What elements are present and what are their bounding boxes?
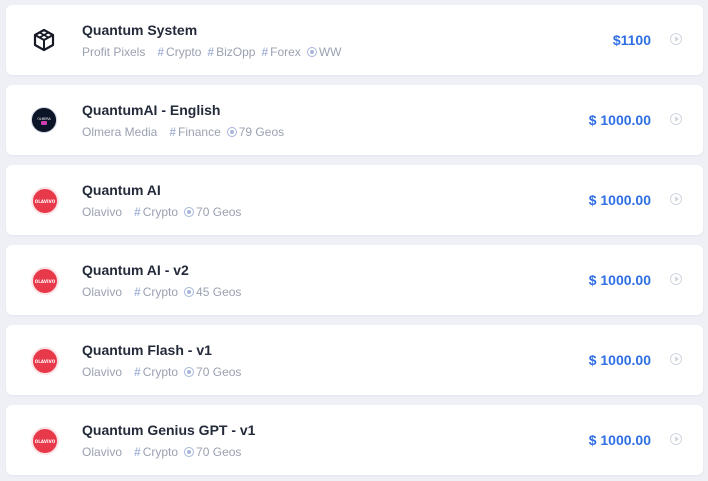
offer-tag: # Crypto [134,445,178,459]
play-circle-icon[interactable] [670,353,682,365]
offer-card[interactable]: OLMERA QuantumAI - English Olmera Media # Fi… [6,85,703,155]
play-circle-icon[interactable] [670,273,682,285]
olmera-logo: OLMERA [31,107,57,133]
offer-title[interactable]: Quantum System [82,22,197,38]
offer-tag: # Forex [261,45,300,59]
offer-company: Olavivo [82,285,123,299]
offer-geo: 70 Geos [184,365,241,379]
offer-meta: Profit Pixels # Crypto # BizOpp # Forex WW [82,45,341,59]
hash-icon: # [134,205,141,219]
offer-tag-label: Crypto [166,45,202,59]
offer-meta: Olmera Media # Finance 79 Geos [82,125,284,139]
hash-icon: # [207,45,215,59]
offer-list: Quantum System Profit Pixels # Crypto # BizOp… [0,0,708,481]
offer-meta: Olavivo # Crypto 70 Geos [82,445,241,459]
offer-geo: 45 Geos [184,285,241,299]
olavivo-logo: OLAVIVO [31,427,59,455]
logo-text: OLAVIVO [34,438,56,444]
offer-card[interactable]: OLAVIVO Quantum AI - v2 Olavivo # Crypto 45 G… [6,245,703,315]
olavivo-logo: OLAVIVO [31,187,59,215]
offer-geo-label: 70 Geos [196,205,242,219]
offer-card[interactable]: OLAVIVO Quantum AI Olavivo # Crypto 70 Geos $ … [6,165,703,235]
logo-text: OLMERA [37,117,51,121]
logo-text: OLAVIVO [34,198,56,204]
offer-tag-label: Crypto [142,445,179,459]
play-circle-icon[interactable] [670,193,682,205]
offer-payout: $1100 [612,32,651,48]
offer-geo: WW [306,45,342,59]
offer-tag: # Crypto [134,285,178,299]
offer-company: Olavivo [82,205,123,219]
offer-payout: $ 1000.00 [588,352,651,368]
offer-tag-label: Crypto [142,285,179,299]
offer-payout: $ 1000.00 [588,112,651,128]
offer-geo: 79 Geos [226,125,285,139]
olavivo-logo: OLAVIVO [31,267,59,295]
location-icon [184,207,195,217]
offer-tag: # Crypto [157,45,201,59]
offer-title[interactable]: Quantum Flash - v1 [82,342,212,358]
offer-tag-label: Crypto [142,205,179,219]
offer-geo: 70 Geos [184,445,241,459]
offer-meta: Olavivo # Crypto 45 Geos [82,285,241,299]
offer-company: Olavivo [82,365,123,379]
offer-geo-label: 79 Geos [238,125,285,139]
offer-title[interactable]: Quantum AI - v2 [82,262,189,278]
offer-geo-label: 70 Geos [196,365,242,379]
offer-title[interactable]: QuantumAI - English [82,102,220,118]
location-icon [184,447,195,457]
olavivo-logo: OLAVIVO [31,347,59,375]
hash-icon: # [157,45,165,59]
hash-icon: # [169,125,177,139]
hash-icon: # [134,445,141,459]
offer-card[interactable]: Quantum System Profit Pixels # Crypto # BizOp… [6,5,703,75]
offer-tag-label: Crypto [142,365,179,379]
offer-geo-label: WW [318,45,342,59]
offer-company: Olavivo [82,445,123,459]
offer-payout: $ 1000.00 [588,192,651,208]
offer-title[interactable]: Quantum Genius GPT - v1 [82,422,255,438]
play-circle-icon[interactable] [670,33,682,45]
hash-icon: # [134,365,141,379]
offer-tag-label: BizOpp [216,45,256,59]
location-icon [306,47,317,57]
offer-geo: 70 Geos [184,205,241,219]
offer-tag: # BizOpp [207,45,255,59]
offer-tag-label: Finance [178,125,221,139]
offer-card[interactable]: OLAVIVO Quantum Genius GPT - v1 Olavivo # Cr… [6,405,703,475]
location-icon [184,367,195,377]
hash-icon: # [261,45,269,59]
cube-logo [31,27,57,53]
offer-company: Olmera Media [82,125,158,139]
logo-text: OLAVIVO [34,358,56,364]
offer-title[interactable]: Quantum AI [82,182,161,198]
play-circle-icon[interactable] [670,433,682,445]
offer-tag-label: Forex [270,45,301,59]
offer-geo-label: 45 Geos [196,285,242,299]
offer-geo-label: 70 Geos [196,445,242,459]
offer-card[interactable]: OLAVIVO Quantum Flash - v1 Olavivo # Crypto 7… [6,325,703,395]
location-icon [184,287,195,297]
logo-text: OLAVIVO [34,278,56,284]
offer-payout: $ 1000.00 [588,272,651,288]
offer-meta: Olavivo # Crypto 70 Geos [82,365,241,379]
offer-tag: # Crypto [134,365,178,379]
offer-company: Profit Pixels [82,45,146,59]
play-circle-icon[interactable] [670,113,682,125]
offer-tag: # Finance [169,125,220,139]
location-icon [226,127,237,137]
offer-payout: $ 1000.00 [588,432,651,448]
offer-meta: Olavivo # Crypto 70 Geos [82,205,241,219]
offer-tag: # Crypto [134,205,178,219]
hash-icon: # [134,285,141,299]
